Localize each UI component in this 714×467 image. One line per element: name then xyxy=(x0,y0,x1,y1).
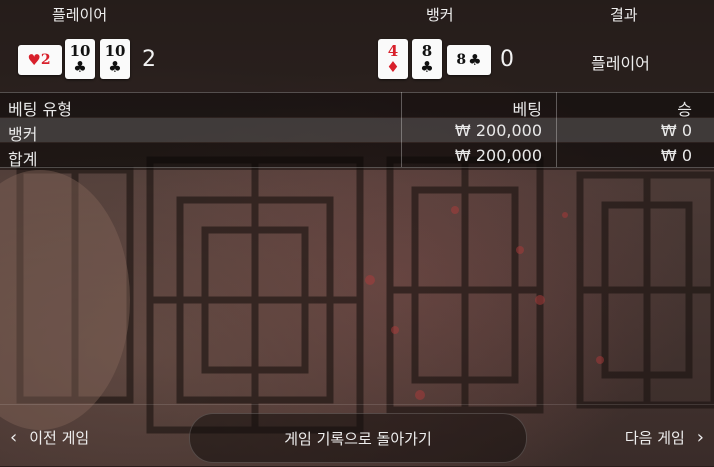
chevron-left-icon: ‹ xyxy=(10,427,18,448)
player-card-3-side: ♥ 2 xyxy=(18,45,62,75)
club-suit-icon: ♣ xyxy=(73,57,87,76)
table-divider xyxy=(556,92,557,167)
banker-card-3-side: 8 ♣ xyxy=(447,45,491,75)
bet-type-cell: 뱅커 xyxy=(8,125,38,144)
column-bet: 베팅 xyxy=(512,100,542,119)
card-rank: 8 xyxy=(456,52,467,68)
bet-amount-cell: ₩ 200,000 xyxy=(454,121,542,140)
club-suit-icon: ♣ xyxy=(420,57,434,76)
result-header: 결과 xyxy=(610,6,638,24)
banker-score: 0 xyxy=(500,47,514,72)
card-rank: 4 xyxy=(387,41,399,60)
heart-suit-icon: ♥ xyxy=(27,51,41,69)
back-to-game-history-label: 게임 기록으로 돌아가기 xyxy=(284,429,432,448)
club-suit-icon: ♣ xyxy=(468,51,482,69)
result-winner: 플레이어 xyxy=(591,54,650,73)
card-rank: 10 xyxy=(69,41,91,60)
banker-card-1: 4 ♦ xyxy=(378,39,408,79)
player-header: 플레이어 xyxy=(52,6,108,24)
bets-table-header: 베팅 유형 베팅 승 xyxy=(0,92,714,119)
card-rank: 8 xyxy=(421,41,433,60)
column-bet-type: 베팅 유형 xyxy=(8,100,72,119)
card-rank: 10 xyxy=(104,41,126,60)
previous-game-label: 이전 게임 xyxy=(29,429,90,447)
club-suit-icon: ♣ xyxy=(108,57,122,76)
player-card-1: 10 ♣ xyxy=(65,39,95,79)
table-divider xyxy=(401,92,402,167)
previous-game-button[interactable]: ‹ 이전 게임 xyxy=(10,427,89,448)
bet-type-cell: 합계 xyxy=(8,150,38,169)
column-win: 승 xyxy=(677,100,692,119)
back-to-game-history-button[interactable]: 게임 기록으로 돌아가기 xyxy=(189,413,527,463)
card-rank: 2 xyxy=(40,52,51,68)
next-game-button[interactable]: 다음 게임 › xyxy=(625,427,704,448)
player-card-2: 10 ♣ xyxy=(100,39,130,79)
banker-card-2: 8 ♣ xyxy=(412,39,442,79)
diamond-suit-icon: ♦ xyxy=(386,57,400,76)
win-amount-cell: ₩ 0 xyxy=(660,146,692,165)
chevron-right-icon: › xyxy=(696,427,704,448)
table-row: 뱅커 ₩ 200,000 ₩ 0 xyxy=(0,118,714,144)
next-game-label: 다음 게임 xyxy=(624,429,685,447)
table-row-total: 합계 ₩ 200,000 ₩ 0 xyxy=(0,143,714,169)
player-score: 2 xyxy=(142,47,156,72)
banker-header: 뱅커 xyxy=(426,6,454,24)
bet-amount-cell: ₩ 200,000 xyxy=(454,146,542,165)
win-amount-cell: ₩ 0 xyxy=(660,121,692,140)
